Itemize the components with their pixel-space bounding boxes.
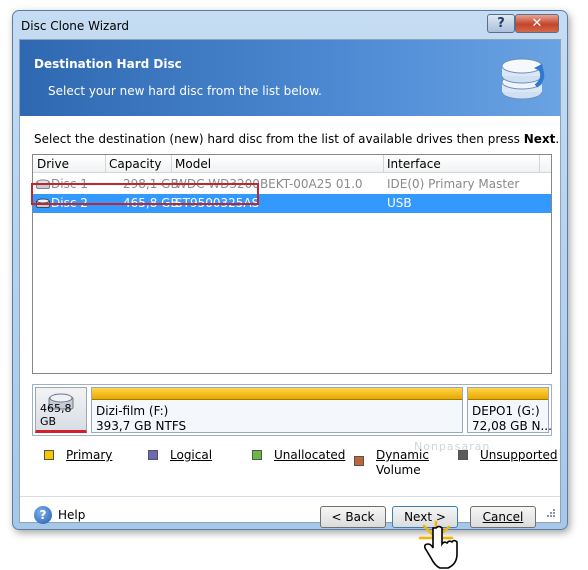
legend: Primary Logical Unallocated Dynamic Volu… (20, 448, 560, 488)
close-icon: ✕ (531, 16, 543, 31)
wizard-window: Disc Clone Wizard ? ✕ Destination Hard D… (12, 10, 568, 569)
help-label: Help (58, 508, 86, 522)
partition-info: 72,08 GB N... (472, 419, 552, 433)
drive-interface: USB (387, 196, 412, 210)
partition-name: Dizi-film (F:) (96, 404, 169, 418)
partition-info: 393,7 GB NTFS (96, 419, 187, 433)
partition-g[interactable]: DEPO1 (G:) 72,08 GB N... (467, 387, 552, 433)
resize-grip-icon[interactable] (546, 508, 556, 518)
cancel-button[interactable]: Cancel (470, 506, 536, 528)
question-icon: ? (497, 16, 505, 31)
title-bar: Disc Clone Wizard ? ✕ (13, 11, 567, 41)
help-icon: ? (34, 506, 52, 524)
column-interface[interactable]: Interface (387, 157, 441, 171)
drive-interface: IDE(0) Primary Master (387, 177, 520, 191)
hand-cursor-icon (424, 525, 458, 569)
legend-logical: Logical (148, 448, 212, 462)
column-model[interactable]: Model (175, 157, 211, 171)
page-subtitle: Select your new hard disc from the list … (48, 84, 322, 98)
instruction-text: Select the destination (new) hard disc f… (34, 132, 560, 146)
disk-size: 465,8 GB (40, 402, 72, 428)
back-button[interactable]: < Back (320, 506, 386, 528)
wizard-client: Destination Hard Disc Select your new ha… (19, 39, 561, 569)
page-title: Destination Hard Disc (34, 57, 182, 71)
dynamic-swatch (354, 456, 364, 466)
legend-dynamic-volume: Dynamic Volume (354, 448, 429, 478)
primary-swatch (44, 450, 54, 460)
selection-highlight (31, 183, 259, 205)
window-title: Disc Clone Wizard (21, 19, 130, 33)
disk-map: 465,8 GB Dizi-film (F:) 393,7 GB NTFS No… (32, 384, 552, 453)
list-header: Drive Capacity Model Interface (33, 155, 551, 173)
title-help-button[interactable]: ? (487, 14, 515, 33)
disk-tile[interactable]: 465,8 GB (35, 387, 87, 433)
partition-name: DEPO1 (G:) (472, 404, 540, 418)
disc-stack-icon (501, 58, 545, 100)
wizard-header: Destination Hard Disc Select your new ha… (20, 40, 560, 116)
unsupported-swatch (458, 450, 468, 460)
unallocated-swatch (252, 450, 262, 460)
help-link[interactable]: ? Help (34, 506, 85, 524)
column-capacity[interactable]: Capacity (109, 157, 161, 171)
close-button[interactable]: ✕ (515, 14, 559, 33)
legend-unallocated: Unallocated (252, 448, 345, 462)
column-drive[interactable]: Drive (37, 157, 69, 171)
partition-f[interactable]: Dizi-film (F:) 393,7 GB NTFS Nonpasaran (91, 387, 489, 453)
logical-swatch (148, 450, 158, 460)
legend-primary: Primary (44, 448, 112, 462)
legend-unsupported: Unsupported (458, 448, 557, 462)
